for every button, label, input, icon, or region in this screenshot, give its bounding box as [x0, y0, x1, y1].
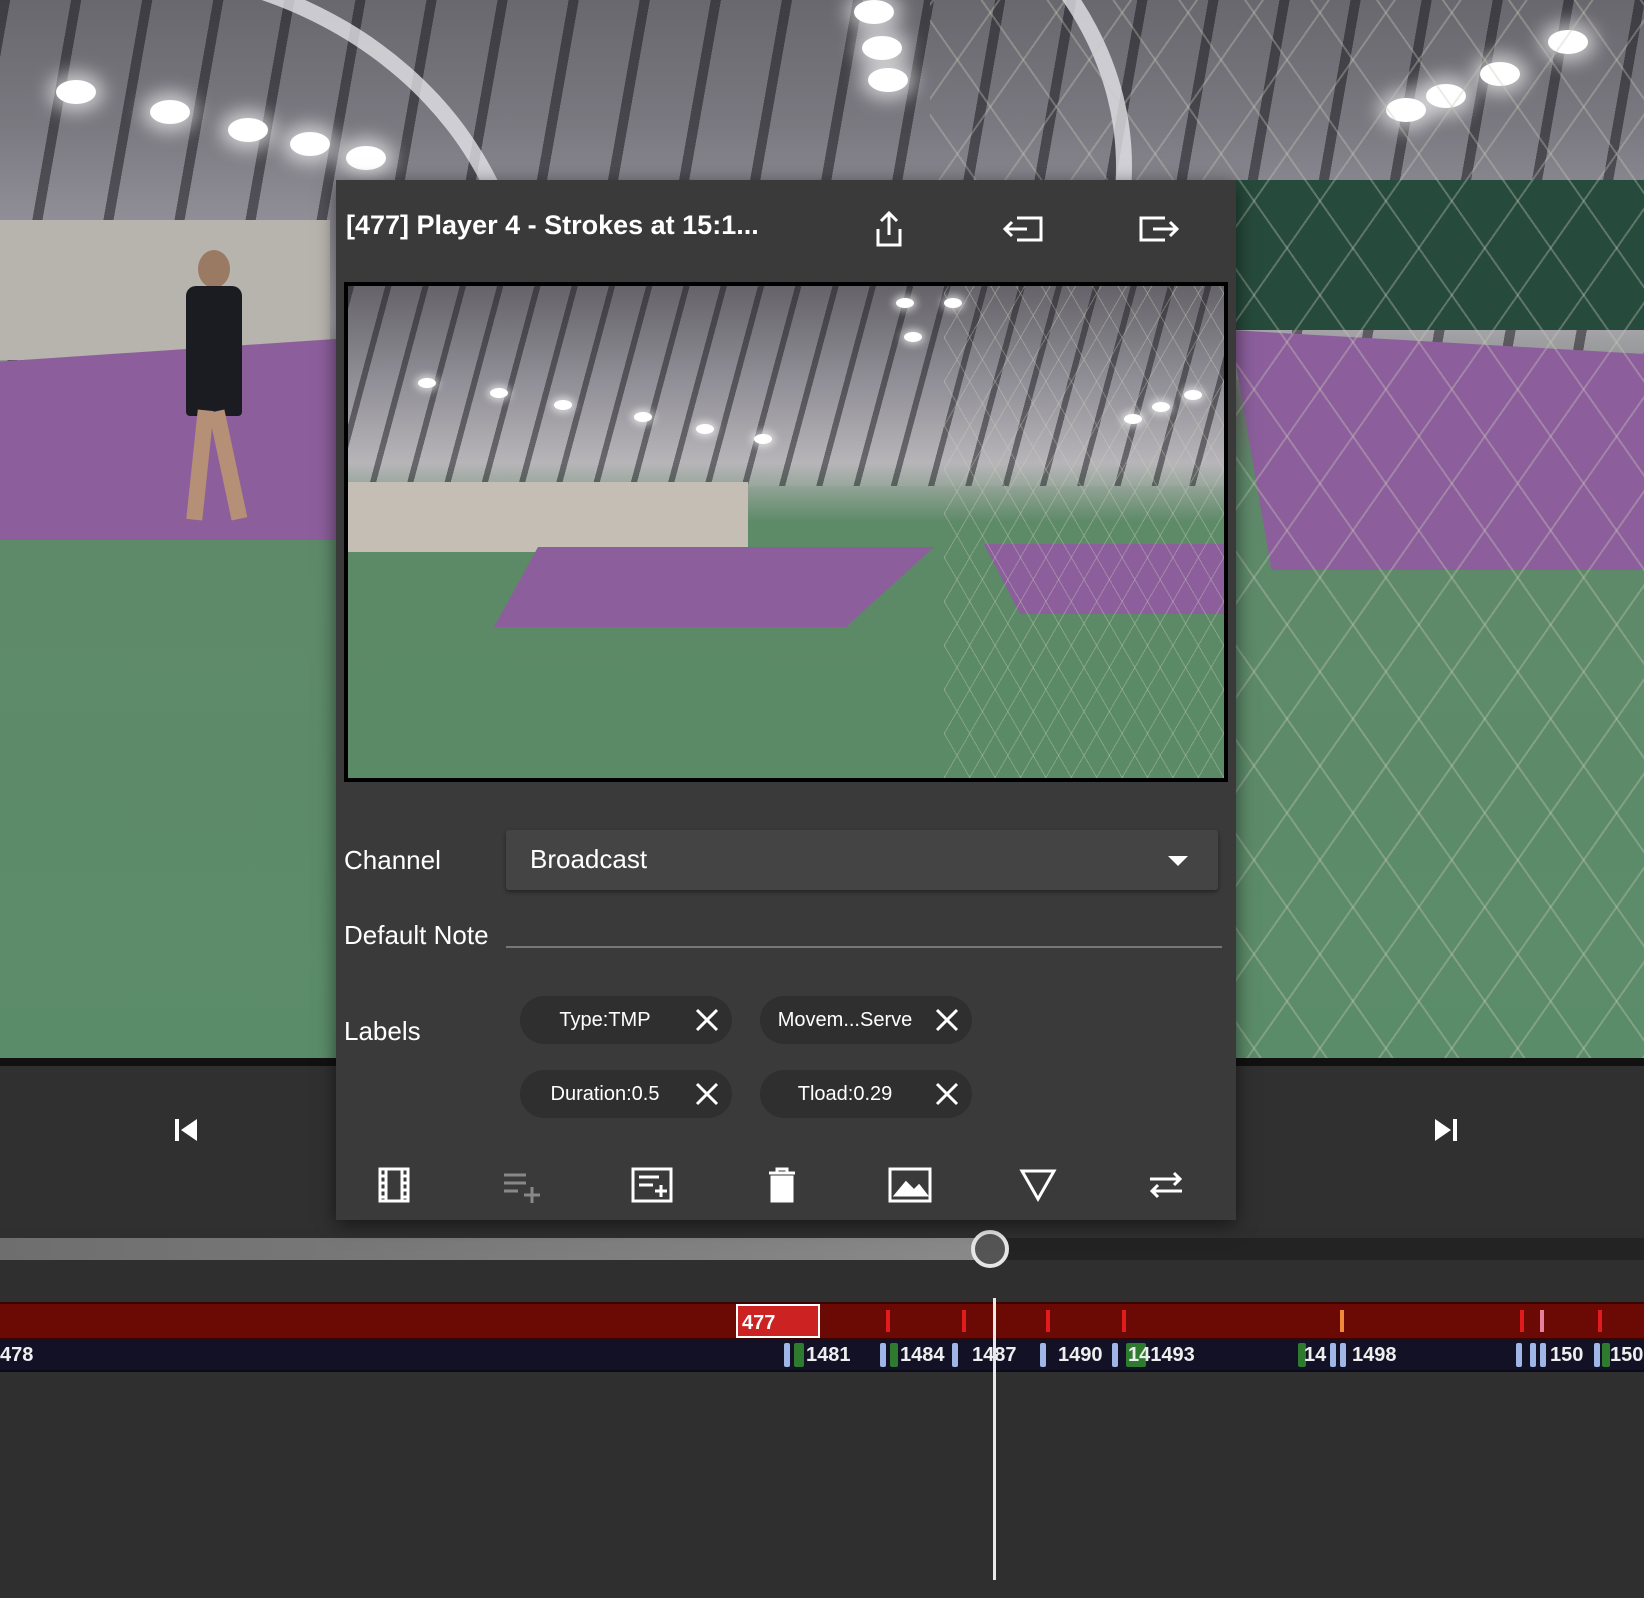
track-label: 150	[1550, 1344, 1584, 1366]
chevron-down-icon	[1168, 856, 1188, 866]
label-chip-text: Movem...Serve	[777, 1009, 913, 1031]
close-icon[interactable]	[692, 1079, 722, 1109]
channel-label: Channel	[344, 845, 441, 875]
track-label: 1481	[806, 1344, 851, 1366]
track-label: 141493	[1128, 1344, 1195, 1366]
event-marker[interactable]	[1340, 1310, 1344, 1332]
default-note-input[interactable]	[506, 896, 1222, 948]
track-label: 150	[1610, 1344, 1644, 1366]
label-chip: Tload:0.29	[760, 1070, 972, 1118]
video-player-figure	[180, 250, 250, 530]
label-chip: Type:TMP	[520, 996, 732, 1044]
clip-thumbnail[interactable]	[344, 282, 1228, 782]
progress-knob[interactable]	[971, 1230, 1009, 1268]
close-icon[interactable]	[692, 1005, 722, 1035]
progress-fill	[0, 1238, 986, 1260]
trash-icon[interactable]	[756, 1162, 808, 1208]
event-track[interactable]: 477	[0, 1302, 1644, 1340]
track-tick	[952, 1343, 958, 1367]
skip-next-icon[interactable]	[1426, 1110, 1466, 1150]
clip-title: [477] Player 4 - Strokes at 15:1...	[346, 210, 759, 240]
video-light	[862, 36, 902, 60]
track-label: 1484	[900, 1344, 945, 1366]
progress-bar[interactable]	[0, 1230, 1644, 1268]
id-track[interactable]: 478 1481 1484 1487 1490 141493 14 1498 1…	[0, 1340, 1644, 1372]
video-light	[56, 80, 96, 104]
track-tick	[1540, 1343, 1546, 1367]
label-chip-text: Type:TMP	[559, 1009, 651, 1031]
track-label: 1498	[1352, 1344, 1397, 1366]
track-tick	[890, 1343, 898, 1367]
exit-left-icon[interactable]	[1000, 206, 1046, 252]
default-note-label: Default Note	[344, 920, 489, 950]
channel-select[interactable]: Broadcast	[506, 830, 1218, 890]
video-light	[150, 100, 190, 124]
image-icon[interactable]	[884, 1162, 936, 1208]
skip-previous-icon[interactable]	[166, 1110, 206, 1150]
label-chip-text: Duration:0.5	[550, 1083, 660, 1105]
event-marker[interactable]	[1598, 1310, 1602, 1332]
share-icon[interactable]	[866, 206, 912, 252]
selected-clip[interactable]: 477	[736, 1304, 820, 1338]
track-label: 1490	[1058, 1344, 1103, 1366]
video-light	[854, 0, 894, 24]
add-note-icon[interactable]	[626, 1162, 678, 1208]
close-icon[interactable]	[932, 1079, 962, 1109]
channel-value: Broadcast	[530, 844, 648, 874]
event-marker[interactable]	[962, 1310, 966, 1332]
track-tick	[794, 1343, 804, 1367]
track-tick	[1330, 1343, 1336, 1367]
film-icon[interactable]	[368, 1162, 420, 1208]
track-tick	[1530, 1343, 1536, 1367]
video-light	[346, 146, 386, 170]
event-marker[interactable]	[1520, 1310, 1524, 1332]
labels-label: Labels	[344, 1016, 421, 1046]
track-tick	[1112, 1343, 1118, 1367]
track-tick	[1340, 1343, 1346, 1367]
event-marker[interactable]	[1046, 1310, 1050, 1332]
event-marker[interactable]	[886, 1310, 890, 1332]
label-chip-text: Tload:0.29	[797, 1083, 893, 1105]
track-tick	[880, 1343, 886, 1367]
playlist-add-icon[interactable]	[496, 1162, 548, 1208]
track-tick	[1602, 1343, 1610, 1367]
label-chip: Movem...Serve	[760, 996, 972, 1044]
playhead[interactable]	[993, 1298, 996, 1580]
video-light	[868, 68, 908, 92]
close-icon[interactable]	[932, 1005, 962, 1035]
event-marker[interactable]	[1540, 1310, 1544, 1332]
track-label: 14	[1304, 1344, 1327, 1366]
video-light	[290, 132, 330, 156]
clip-panel: [477] Player 4 - Strokes at 15:1... Chan…	[336, 180, 1236, 1220]
track-tick	[1594, 1343, 1600, 1367]
label-chip: Duration:0.5	[520, 1070, 732, 1118]
track-tick	[784, 1343, 790, 1367]
track-tick	[1516, 1343, 1522, 1367]
event-marker[interactable]	[1122, 1310, 1126, 1332]
exit-right-icon[interactable]	[1136, 206, 1182, 252]
track-tick	[1040, 1343, 1046, 1367]
track-label: 478	[0, 1344, 34, 1366]
video-light	[228, 118, 268, 142]
triangle-down-icon[interactable]	[1012, 1162, 1064, 1208]
swap-icon[interactable]	[1140, 1162, 1192, 1208]
